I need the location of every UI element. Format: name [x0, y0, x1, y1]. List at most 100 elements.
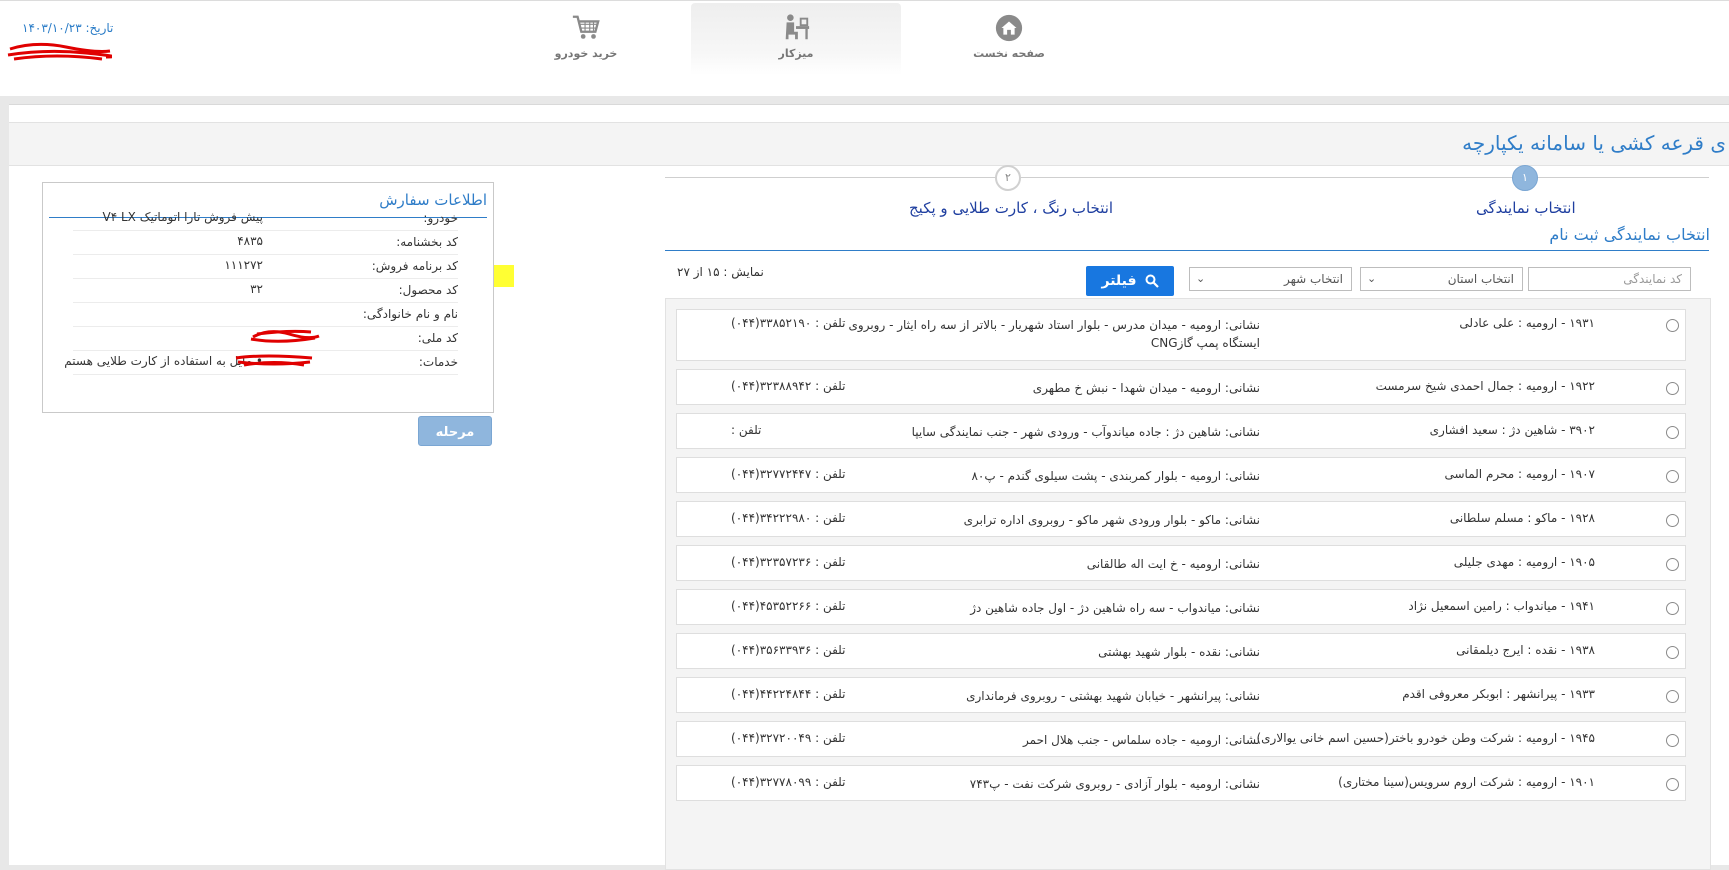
cart-icon — [572, 15, 600, 39]
filter-button-label: فیلتر — [1101, 273, 1137, 289]
agent-code-placeholder: کد نمایندگی — [1623, 272, 1682, 286]
dealer-radio[interactable] — [1666, 470, 1679, 483]
main-panel: ی قرعه کشی یا سامانه یکپارچه اطلاعات سفا… — [9, 104, 1729, 870]
dealer-radio[interactable] — [1666, 514, 1679, 527]
dealer-radio[interactable] — [1666, 602, 1679, 615]
top-header: تاریخ: ۱۴۰۳/۱۰/۲۳ صفحه نخست میزکار خرید … — [0, 0, 1729, 96]
city-select-value: انتخاب شهر — [1283, 272, 1343, 286]
order-row-car: خودرو: پیش فروش تارا اتوماتیک V۴ LX — [73, 206, 458, 231]
order-value: پیش فروش تارا اتوماتیک V۴ LX — [102, 210, 263, 224]
agent-code-input[interactable]: کد نمایندگی — [1528, 267, 1691, 291]
dealer-phone: تلفن : ۳۲۳۵۷۲۳۶(۰۴۴) — [731, 555, 846, 569]
result-count: نمایش : ۱۵ از ۲۷ — [677, 265, 764, 279]
dealer-name: ۱۹۴۱ - میاندواب : رامین اسمعیل نژاد — [1408, 599, 1595, 613]
order-row-sales-program-code: کد برنامه فروش: ۱۱۱۲۷۲ — [73, 254, 458, 279]
nav-buy-car[interactable]: خرید خودرو — [481, 3, 691, 75]
dealer-row[interactable]: ۱۹۴۱ - میاندواب : رامین اسمعیل نژاد نشانی… — [676, 589, 1686, 625]
chevron-down-icon: ⌄ — [1196, 272, 1206, 285]
redacted-name — [250, 329, 320, 343]
city-select[interactable]: انتخاب شهر ⌄ — [1189, 267, 1352, 291]
section-divider — [665, 250, 1709, 251]
step-1-label: انتخاب نمایندگی — [1476, 199, 1576, 217]
dealer-phone: تلفن : ۳۲۷۷۲۴۴۷(۰۴۴) — [731, 467, 846, 481]
step-1-circle[interactable]: ۱ — [1512, 165, 1538, 191]
dealer-row[interactable]: ۱۹۳۱ - ارومیه : علی عادلی نشانی: ارومیه -… — [676, 309, 1686, 361]
state-select-value: انتخاب استان — [1447, 272, 1514, 286]
date-label: تاریخ: ۱۴۰۳/۱۰/۲۳ — [22, 21, 114, 35]
dealer-phone: تلفن : ۳۲۷۷۸۰۹۹(۰۴۴) — [731, 775, 846, 789]
dealer-radio[interactable] — [1666, 690, 1679, 703]
dealer-row[interactable]: ۱۹۲۲ - ارومیه : جمال احمدی شیخ سرمست نشان… — [676, 369, 1686, 405]
dealer-row[interactable]: ۱۹۴۵ - ارومیه : شرکت وطن خودرو باختر(حسی… — [676, 721, 1686, 757]
dealer-phone: تلفن : ۳۴۲۲۲۹۸۰(۰۴۴) — [731, 511, 846, 525]
page-title: ی قرعه کشی یا سامانه یکپارچه — [1462, 131, 1726, 155]
order-row-circular-code: کد بخشنامه: ۴۸۳۵ — [73, 230, 458, 255]
dealer-address: نشانی: ارومیه - میدان شهدا - نبش خ مطهری — [1032, 381, 1260, 395]
dealer-name: ۳۹۰۲ - شاهین دژ : سعید افشاری — [1429, 423, 1595, 437]
wizard-progress-line — [665, 177, 1709, 178]
desk-person-icon — [785, 14, 810, 40]
dealer-address: نشانی: ارومیه - بلوار آزادی - روبروی شرک… — [969, 777, 1260, 791]
filter-button[interactable]: فیلتر — [1086, 266, 1174, 296]
dealer-name: ۱۹۳۸ - نقده : ایرج دیلمقانی — [1456, 643, 1595, 657]
nav-home-label: صفحه نخست — [973, 47, 1045, 60]
order-value: ۴۸۳۵ — [237, 234, 263, 248]
dealer-name: ۱۹۰۵ - ارومیه : مهدی جلیلی — [1453, 555, 1595, 569]
dealer-radio[interactable] — [1666, 319, 1679, 332]
order-key: خدمات: — [418, 355, 458, 369]
dealer-radio[interactable] — [1666, 426, 1679, 439]
dealer-radio[interactable] — [1666, 558, 1679, 571]
dealer-radio[interactable] — [1666, 382, 1679, 395]
redacted-national-code — [235, 354, 313, 367]
nav-home[interactable]: صفحه نخست — [904, 3, 1114, 75]
dealer-row[interactable]: ۱۹۳۳ - پیرانشهر : ابوبکر معروفی اقدم نشان… — [676, 677, 1686, 713]
dealer-phone: تلفن : — [731, 423, 762, 437]
home-icon — [995, 14, 1023, 42]
dealer-address: نشانی: ماکو - بلوار ورودی شهر ماکو - روب… — [963, 513, 1260, 527]
order-value: ۳۲ — [250, 282, 263, 296]
page-title-bar: ی قرعه کشی یا سامانه یکپارچه — [9, 122, 1729, 166]
dealer-radio[interactable] — [1666, 734, 1679, 747]
order-row-product-code: کد محصول: ۳۲ — [73, 278, 458, 303]
dealer-row[interactable]: ۳۹۰۲ - شاهین دژ : سعید افشاری نشانی: شاهی… — [676, 413, 1686, 449]
dealer-row[interactable]: ۱۹۲۸ - ماکو : مسلم سلطانی نشانی: ماکو - ب… — [676, 501, 1686, 537]
dealer-row[interactable]: ۱۹۰۵ - ارومیه : مهدی جلیلی نشانی: ارومیه … — [676, 545, 1686, 581]
dealer-address: نشانی: ارومیه - خ ایت اله طالقانی — [1086, 557, 1260, 571]
dealer-address: نشانی: شاهین دژ : جاده میاندوآب - ورودی … — [911, 425, 1260, 439]
order-key: کد بخشنامه: — [396, 235, 458, 249]
dealer-name: ۱۹۳۳ - پیرانشهر : ابوبکر معروفی اقدم — [1402, 687, 1595, 701]
dealer-name: ۱۹۲۲ - ارومیه : جمال احمدی شیخ سرمست — [1375, 379, 1595, 393]
step-2-circle[interactable]: ۲ — [995, 165, 1021, 191]
dealer-address: نشانی: ارومیه - بلوار کمربندی - پشت سیلو… — [971, 469, 1260, 483]
order-key: نام و نام خانوادگی: — [362, 307, 458, 321]
dealer-name: ۱۹۲۸ - ماکو : مسلم سلطانی — [1449, 511, 1595, 525]
dealer-address: نشانی: نقده - بلوار شهید بهشتی — [1098, 645, 1260, 659]
dealer-phone: تلفن : ۳۵۶۳۳۹۳۶(۰۴۴) — [731, 643, 846, 657]
dealer-phone: تلفن : ۴۵۳۵۲۲۶۶(۰۴۴) — [731, 599, 846, 613]
state-select[interactable]: انتخاب استان ⌄ — [1360, 267, 1523, 291]
order-key: کد ملی: — [417, 331, 458, 345]
dealer-row[interactable]: ۱۹۳۸ - نقده : ایرج دیلمقانی نشانی: نقده -… — [676, 633, 1686, 669]
dealer-name: ۱۹۰۱ - ارومیه : شرکت اروم سرویس(سینا مخت… — [1338, 775, 1595, 789]
dealer-phone: تلفن : ۴۴۲۲۴۸۴۴(۰۴۴) — [731, 687, 846, 701]
dealer-name: ۱۹۳۱ - ارومیه : علی عادلی — [1459, 316, 1595, 330]
dealer-radio[interactable] — [1666, 646, 1679, 659]
nav-desk[interactable]: میزکار — [691, 3, 901, 75]
dealer-address: نشانی: میاندواب - سه راه شاهین دژ - اول … — [970, 601, 1260, 615]
next-step-button[interactable]: مرحله بعد — [418, 416, 492, 469]
dealer-radio[interactable] — [1666, 778, 1679, 791]
step-2-label: انتخاب رنگ ، کارت طلایی و پکیج — [909, 199, 1114, 217]
dealer-address: نشانی: پیرانشهر - خیابان شهید بهشتی - رو… — [966, 689, 1260, 703]
nav-buy-car-label: خرید خودرو — [554, 47, 618, 60]
dealer-phone: تلفن : ۳۳۸۵۲۱۹۰(۰۴۴) — [731, 316, 846, 330]
search-icon — [1145, 274, 1159, 288]
dealer-row[interactable]: ۱۹۰۷ - ارومیه : محرم الماسی نشانی: ارومیه… — [676, 457, 1686, 493]
dealer-phone: تلفن : ۳۲۷۲۰۰۴۹(۰۴۴) — [731, 731, 846, 745]
order-key: خودرو: — [423, 211, 458, 225]
section-title: انتخاب نمایندگی ثبت نام — [1549, 225, 1710, 244]
dealer-row[interactable]: ۱۹۰۱ - ارومیه : شرکت اروم سرویس(سینا مخت… — [676, 765, 1686, 801]
redacted-scribble — [7, 42, 112, 61]
dealer-phone: تلفن : ۳۲۳۸۸۹۴۲(۰۴۴) — [731, 379, 846, 393]
order-key: کد برنامه فروش: — [371, 259, 458, 273]
dealer-name: ۱۹۰۷ - ارومیه : محرم الماسی — [1444, 467, 1596, 481]
